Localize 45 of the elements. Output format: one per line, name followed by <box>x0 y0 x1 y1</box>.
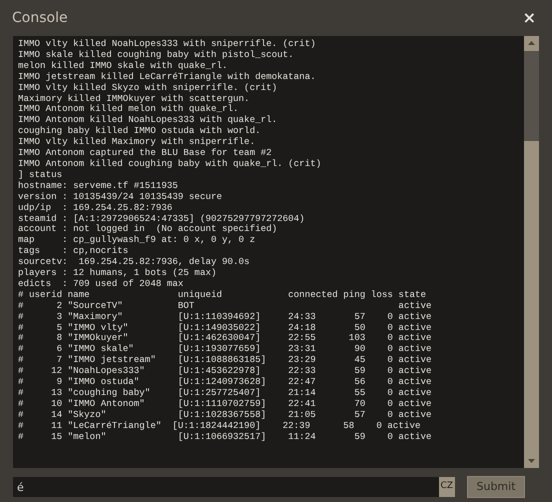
console-line: Maximory killed IMMOkuyer with scattergun. <box>18 94 250 104</box>
console-line: # 13 "coughing baby" [U:1:257725407] 21:14 55 0 active <box>18 388 432 399</box>
console-line: IMMO vlty killed Skyzo with sniperrifle. (crit) <box>18 82 278 94</box>
console-line: # 15 "melon" [U:1:1066932517] 11:24 59 0 active <box>18 432 432 443</box>
console-line: IMMO vlty killed Maximory with sniperrifle. <box>18 137 256 148</box>
console-line: # 3 "Maximory" [U:1:110394692] 24:33 57 0 active <box>18 312 432 323</box>
console-line: hostname: serveme.tf #1511935 <box>18 180 178 192</box>
console-line: # 11 "LeCarréTriangle" [U:1:1824442190] 22:39 58 0 active <box>18 420 420 432</box>
scrollbar[interactable] <box>524 36 539 468</box>
console-line: # 9 "IMMO ostuda" [U:1:1240973628] 22:47 56 0 active <box>18 377 432 388</box>
console-line: # userid name uniqueid connected ping loss state <box>18 290 426 301</box>
scroll-down-icon[interactable] <box>524 453 539 468</box>
console-line: IMMO Antonom killed coughing baby with quake_rl. (crit) <box>18 158 322 170</box>
console-line: sourcetv: 169.254.25.82:7936, delay 90.0s <box>18 257 250 268</box>
console-line: ] status <box>18 170 62 181</box>
console-line: map : cp_gullywash_f9 at: 0 x, 0 y, 0 z <box>18 235 256 246</box>
console-line: IMMO jetstream killed LeCarréTriangle with demokatana. <box>18 72 316 83</box>
console-line: # 8 "IMMOkuyer" [U:1:462630047] 22:55 103 0 active <box>18 333 432 344</box>
window-title: Console <box>12 8 68 28</box>
scroll-thumb[interactable] <box>524 141 539 453</box>
console-line: version : 10135439/24 10135439 secure <box>18 192 222 203</box>
language-badge: CZ <box>438 477 455 497</box>
console-line: # 7 "IMMO jetstream" [U:1:1088863185] 23:29 45 0 active <box>18 355 432 366</box>
console-line: # 6 "IMMO skale" [U:1:193077659] 23:31 90 0 active <box>18 344 432 355</box>
close-button[interactable]: × <box>518 10 540 26</box>
console-line: # 10 "IMMO Antonom" [U:1:1110702759] 22:41 70 0 active <box>18 398 432 410</box>
console-line: # 12 "NoahLopes333" [U:1:453622978] 22:33 59 0 active <box>18 366 432 377</box>
command-input[interactable]: é <box>13 477 439 497</box>
console-line: edicts : 709 used of 2048 max <box>18 278 184 290</box>
console-line: IMMO Antonom killed NoahLopes333 with quake_rl. <box>18 115 278 126</box>
console-line: # 2 "SourceTV" BOT active <box>18 300 432 312</box>
scroll-up-icon[interactable] <box>524 36 539 51</box>
console-line: # 14 "Skyzo" [U:1:1028367558] 21:05 57 0 active <box>18 410 432 421</box>
console-line: IMMO skale killed coughing baby with pistol_scout. <box>18 50 294 61</box>
console-line: IMMO Antonom captured the BLU Base for team #2 <box>18 148 272 159</box>
console-line: tags : cp,nocrits <box>18 246 128 258</box>
console-line: udp/ip : 169.254.25.82:7936 <box>18 202 172 214</box>
console-line: players : 12 humans, 1 bots (25 max) <box>18 268 216 279</box>
console-line: IMMO vlty killed NoahLopes333 with sniperrifle. (crit) <box>18 39 316 50</box>
console-line: coughing baby killed IMMO ostuda with world. <box>18 126 261 137</box>
console-line: IMMO Antonom killed melon with quake_rl. <box>18 104 239 115</box>
console-line: # 5 "IMMO vlty" [U:1:149035022] 24:18 50 0 active <box>18 322 432 333</box>
console-line: melon killed IMMO skale with quake_rl. <box>18 60 228 72</box>
console-line: account : not logged in (No account specified) <box>18 224 278 235</box>
console-line: steamid : [A:1:2972906524:47335] (90275297797272604) <box>18 214 305 224</box>
